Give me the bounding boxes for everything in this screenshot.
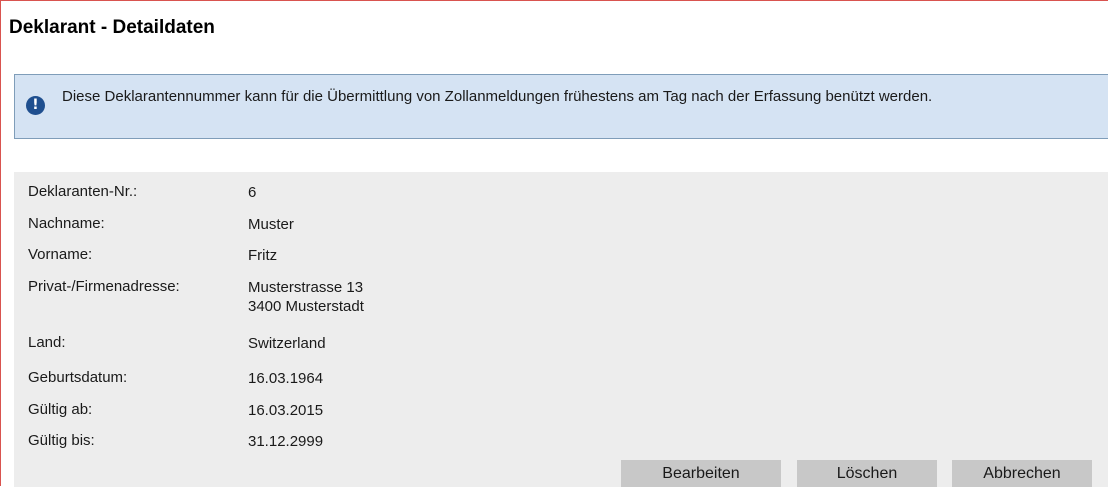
- info-message-text: Diese Deklarantennummer kann für die Übe…: [62, 88, 933, 105]
- declarant-no-label: Deklaranten-Nr.:: [28, 183, 138, 200]
- edit-button[interactable]: Bearbeiten: [621, 460, 781, 487]
- birthdate-value: 16.03.1964: [248, 370, 324, 387]
- address-label: Privat-/Firmenadresse:: [28, 278, 180, 295]
- info-exclamation-icon: !: [26, 96, 45, 115]
- country-label: Land:: [28, 334, 66, 351]
- country-value: Switzerland: [248, 335, 326, 352]
- address-value: Musterstrasse 13 3400 Musterstadt: [248, 278, 364, 316]
- declarant-no-value: 6: [248, 184, 257, 201]
- cancel-button[interactable]: Abbrechen: [952, 460, 1092, 487]
- detail-panel: Deklarant - Detaildaten ! Diese Deklaran…: [0, 0, 1108, 487]
- lastname-label: Nachname:: [28, 215, 105, 232]
- firstname-value: Fritz: [248, 247, 278, 264]
- valid-from-label: Gültig ab:: [28, 401, 93, 418]
- valid-from-value: 16.03.2015: [248, 402, 324, 419]
- address-line-2: 3400 Musterstadt: [248, 298, 364, 315]
- valid-to-value: 31.12.2999: [248, 433, 324, 450]
- declarant-details: Deklaranten-Nr.: 6 Nachname: Muster Vorn…: [14, 172, 1108, 487]
- firstname-label: Vorname:: [28, 246, 93, 263]
- page-title: Deklarant - Detaildaten: [9, 17, 215, 38]
- info-message-box: ! Diese Deklarantennummer kann für die Ü…: [14, 74, 1108, 139]
- delete-button[interactable]: Löschen: [797, 460, 937, 487]
- valid-to-label: Gültig bis:: [28, 432, 95, 449]
- address-line-1: Musterstrasse 13: [248, 279, 364, 296]
- lastname-value: Muster: [248, 216, 294, 233]
- birthdate-label: Geburtsdatum:: [28, 369, 128, 386]
